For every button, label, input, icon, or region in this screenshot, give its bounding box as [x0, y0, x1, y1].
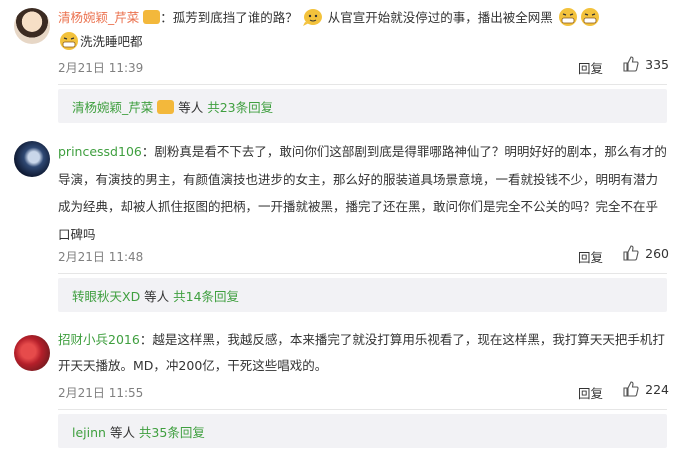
reply-username[interactable]: lejinn: [72, 425, 106, 440]
reply-others: 等人: [105, 425, 139, 440]
like-button[interactable]: 224: [623, 381, 669, 397]
reply-others: 等人: [174, 100, 208, 115]
comment-text: 清杨婉颖_芹菜 ：孤芳到底挡了谁的路？ 从官宣开始就没停过的事，播出被全网黑: [58, 6, 667, 30]
comment-text: 招财小兵2016：越是这样黑，我越反感，本来播完了就没打算用乐视看了，现在这样黑…: [58, 327, 667, 379]
comment-time: 2月21日 11:48: [58, 250, 144, 264]
divider: [58, 409, 667, 410]
comment-body: ：越是这样黑，我越反感，本来播完了就没打算用乐视看了，现在这样黑，我打算天天把手…: [58, 332, 665, 373]
grin-emoji: [580, 8, 599, 26]
reply-summary-text: 转眼秋天XD 等人 共14条回复: [72, 286, 239, 305]
comment-text: 洗洗睡吧都: [58, 30, 667, 54]
reply-username[interactable]: 清杨婉颖_芹菜: [72, 100, 153, 115]
reply-count-link[interactable]: 共35条回复: [139, 425, 205, 440]
reply-count-link[interactable]: 共14条回复: [173, 289, 239, 304]
comment-text-part: ：孤芳到底挡了谁的路？: [160, 10, 298, 25]
like-button[interactable]: 260: [623, 245, 669, 261]
reply-others: 等人: [140, 289, 174, 304]
avatar[interactable]: [14, 141, 50, 177]
comment-username[interactable]: 招财小兵2016: [58, 332, 140, 347]
avatar[interactable]: [14, 335, 50, 371]
divider: [58, 273, 667, 274]
avatar[interactable]: [14, 8, 50, 44]
comment-text-part: 洗洗睡吧都: [80, 34, 143, 49]
reply-button[interactable]: 回复: [578, 247, 603, 266]
reply-summary-text: 清杨婉颖_芹菜 等人 共23条回复: [72, 97, 273, 116]
speech-face-emoji: [302, 9, 322, 26]
grin-emoji: [558, 8, 577, 26]
comment-username[interactable]: 清杨婉颖_芹菜: [58, 10, 139, 25]
reply-button[interactable]: 回复: [578, 383, 603, 402]
vip-badge-icon: [143, 10, 161, 24]
like-button[interactable]: 335: [623, 56, 669, 72]
comment-body: ：剧粉真是看不下去了，敢问你们这部剧到底是得罪哪路神仙了？明明好好的剧本，那么有…: [58, 144, 667, 242]
reply-summary-text: lejinn 等人 共35条回复: [72, 422, 205, 441]
grin-emoji: [60, 32, 78, 50]
thumb-up-icon: [623, 245, 639, 261]
comment-text-part: 从官宣开始就没停过的事，播出被全网黑: [327, 10, 553, 25]
comment-text: princessd106：剧粉真是看不下去了，敢问你们这部剧到底是得罪哪路神仙了…: [58, 138, 667, 248]
reply-count-link[interactable]: 共23条回复: [207, 100, 273, 115]
reply-summary[interactable]: 转眼秋天XD 等人 共14条回复: [58, 278, 667, 312]
comment-time: 2月21日 11:55: [58, 386, 144, 400]
like-count: 260: [645, 245, 669, 261]
thumb-up-icon: [623, 381, 639, 397]
reply-summary[interactable]: lejinn 等人 共35条回复: [58, 414, 667, 448]
comment-username[interactable]: princessd106: [58, 144, 142, 159]
vip-badge-icon: [157, 100, 175, 114]
divider: [58, 84, 667, 85]
reply-username[interactable]: 转眼秋天XD: [72, 289, 140, 304]
like-count: 224: [645, 381, 669, 397]
reply-button[interactable]: 回复: [578, 58, 603, 77]
thumb-up-icon: [623, 56, 639, 72]
like-count: 335: [645, 56, 669, 72]
reply-summary[interactable]: 清杨婉颖_芹菜 等人 共23条回复: [58, 89, 667, 123]
comment-time: 2月21日 11:39: [58, 61, 144, 75]
